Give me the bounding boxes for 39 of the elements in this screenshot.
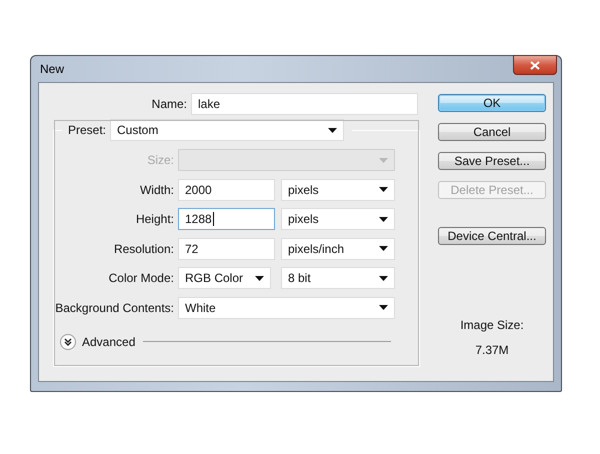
unit-dropdown[interactable]: pixels bbox=[281, 178, 395, 201]
expand-icon[interactable] bbox=[60, 334, 76, 350]
input-field[interactable]: lake bbox=[191, 93, 418, 115]
dropdown-field[interactable]: White bbox=[178, 296, 395, 319]
dialog-button[interactable]: Device Central... bbox=[438, 227, 546, 245]
field-label: Width: bbox=[138, 182, 174, 197]
dropdown-arrow-icon bbox=[379, 216, 388, 222]
field-label: Background Contents: bbox=[54, 300, 174, 315]
dropdown-arrow-icon bbox=[379, 276, 388, 281]
dropdown-arrow-icon bbox=[379, 158, 388, 162]
dropdown-arrow-icon bbox=[379, 305, 388, 310]
close-button[interactable] bbox=[513, 55, 557, 75]
dropdown-arrow-icon bbox=[328, 128, 337, 132]
dialog-button[interactable]: OK bbox=[438, 94, 546, 112]
field-label: Resolution: bbox=[112, 242, 174, 256]
dropdown-field[interactable]: RGB Color bbox=[178, 267, 271, 290]
field-label: Preset: bbox=[68, 123, 106, 137]
input-field[interactable]: 2000 bbox=[178, 178, 275, 201]
dropdown-field[interactable]: 8 bit bbox=[281, 267, 395, 290]
dialog-button[interactable]: Save Preset... bbox=[438, 152, 546, 170]
close-icon bbox=[530, 60, 540, 70]
input-field[interactable]: 72 bbox=[178, 238, 275, 260]
preset-dropdown[interactable]: Custom bbox=[110, 119, 344, 141]
dropdown-arrow-icon bbox=[379, 246, 388, 252]
image-size-label: Image Size: bbox=[460, 318, 524, 332]
dropdown-arrow-icon bbox=[379, 187, 388, 192]
text-cursor bbox=[212, 212, 214, 226]
dropdown-arrow-icon bbox=[255, 276, 264, 281]
field-label: Color Mode: bbox=[108, 271, 174, 286]
input-field[interactable]: 1288 bbox=[178, 208, 275, 230]
window-title: New bbox=[40, 62, 64, 76]
unit-dropdown[interactable]: pixels/inch bbox=[281, 238, 395, 260]
unit-dropdown[interactable]: pixels bbox=[281, 208, 395, 230]
field-label: Name: bbox=[150, 97, 187, 111]
advanced-label[interactable]: Advanced bbox=[82, 334, 136, 349]
field-label: Height: bbox=[134, 212, 174, 226]
image-size-value: 7.37M bbox=[475, 343, 509, 357]
dialog-button[interactable]: Cancel bbox=[438, 123, 546, 141]
field-label: Size: bbox=[146, 153, 174, 167]
